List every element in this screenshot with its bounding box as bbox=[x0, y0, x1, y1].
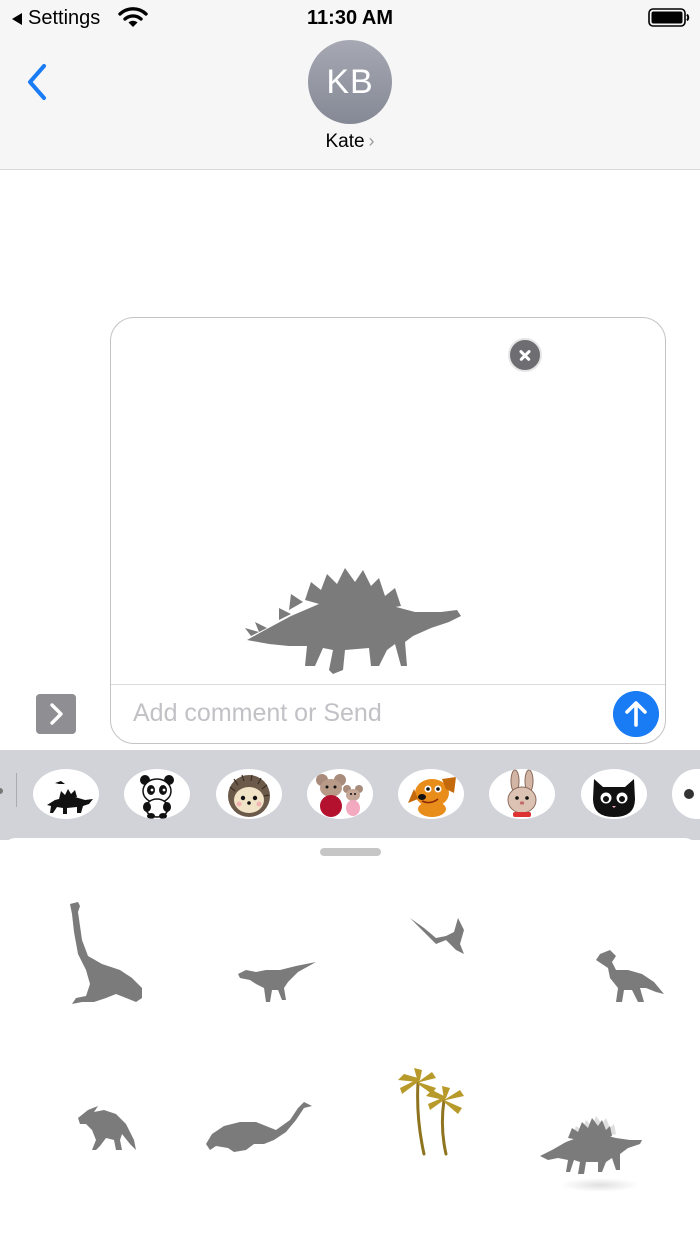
app-icon-cat[interactable] bbox=[581, 769, 647, 819]
dog-icon bbox=[408, 777, 456, 817]
iguanodon-sticker[interactable] bbox=[238, 962, 316, 1002]
app-icon-more[interactable] bbox=[672, 769, 700, 819]
t-rex-sticker[interactable] bbox=[596, 950, 664, 1002]
expand-apps-button[interactable] bbox=[36, 694, 76, 734]
strip-divider bbox=[16, 773, 17, 807]
message-compose-card bbox=[110, 317, 666, 744]
back-chevron-icon[interactable] bbox=[22, 62, 52, 102]
stegosaurus-sticker-preview bbox=[245, 568, 461, 674]
app-icon-mice[interactable] bbox=[307, 769, 373, 819]
app-icon-dog[interactable] bbox=[398, 769, 464, 819]
cat-icon bbox=[593, 779, 635, 817]
sticker-shadow bbox=[560, 1178, 640, 1192]
remove-sticker-button[interactable] bbox=[508, 338, 542, 372]
app-icon-hedgehog[interactable] bbox=[216, 769, 282, 819]
drawer-grabber[interactable] bbox=[320, 848, 381, 856]
stegosaurus-sticker[interactable] bbox=[540, 1114, 644, 1196]
panda-icon bbox=[140, 775, 174, 819]
avatar-initials: KB bbox=[326, 62, 374, 101]
parasaurolophus-sticker[interactable] bbox=[78, 1106, 136, 1150]
contact-avatar[interactable]: KB bbox=[308, 40, 392, 124]
battery-icon bbox=[648, 8, 690, 27]
app-icon-panda[interactable] bbox=[124, 769, 190, 819]
status-time: 11:30 AM bbox=[307, 7, 393, 29]
more-apps-left-dot bbox=[0, 788, 3, 794]
stegosaurus-sticker-art bbox=[540, 1116, 642, 1174]
compose-divider bbox=[111, 684, 665, 685]
app-icon-dinosaur[interactable] bbox=[33, 769, 99, 819]
dinosaur-icon bbox=[47, 781, 93, 814]
contact-name[interactable]: Kate › bbox=[0, 131, 700, 153]
plesiosaur-sticker[interactable] bbox=[206, 1102, 312, 1152]
sticker-preview bbox=[111, 318, 664, 684]
comment-input[interactable] bbox=[133, 696, 603, 730]
app-icon-bunny[interactable] bbox=[489, 769, 555, 819]
pterodactyl-sticker[interactable] bbox=[410, 918, 464, 954]
sticker-drawer bbox=[0, 838, 700, 1244]
send-button[interactable] bbox=[613, 691, 659, 737]
status-bar: Settings 11:30 AM bbox=[0, 0, 700, 36]
contact-name-label: Kate bbox=[325, 131, 365, 152]
mice-icon bbox=[316, 774, 363, 817]
bunny-icon bbox=[507, 769, 537, 817]
palm-trees-sticker[interactable] bbox=[392, 1068, 472, 1156]
brachiosaurus-sticker[interactable] bbox=[66, 900, 146, 1006]
chevron-right-icon: › bbox=[368, 131, 375, 151]
imessage-app-strip bbox=[0, 750, 700, 840]
hedgehog-icon bbox=[228, 774, 270, 817]
